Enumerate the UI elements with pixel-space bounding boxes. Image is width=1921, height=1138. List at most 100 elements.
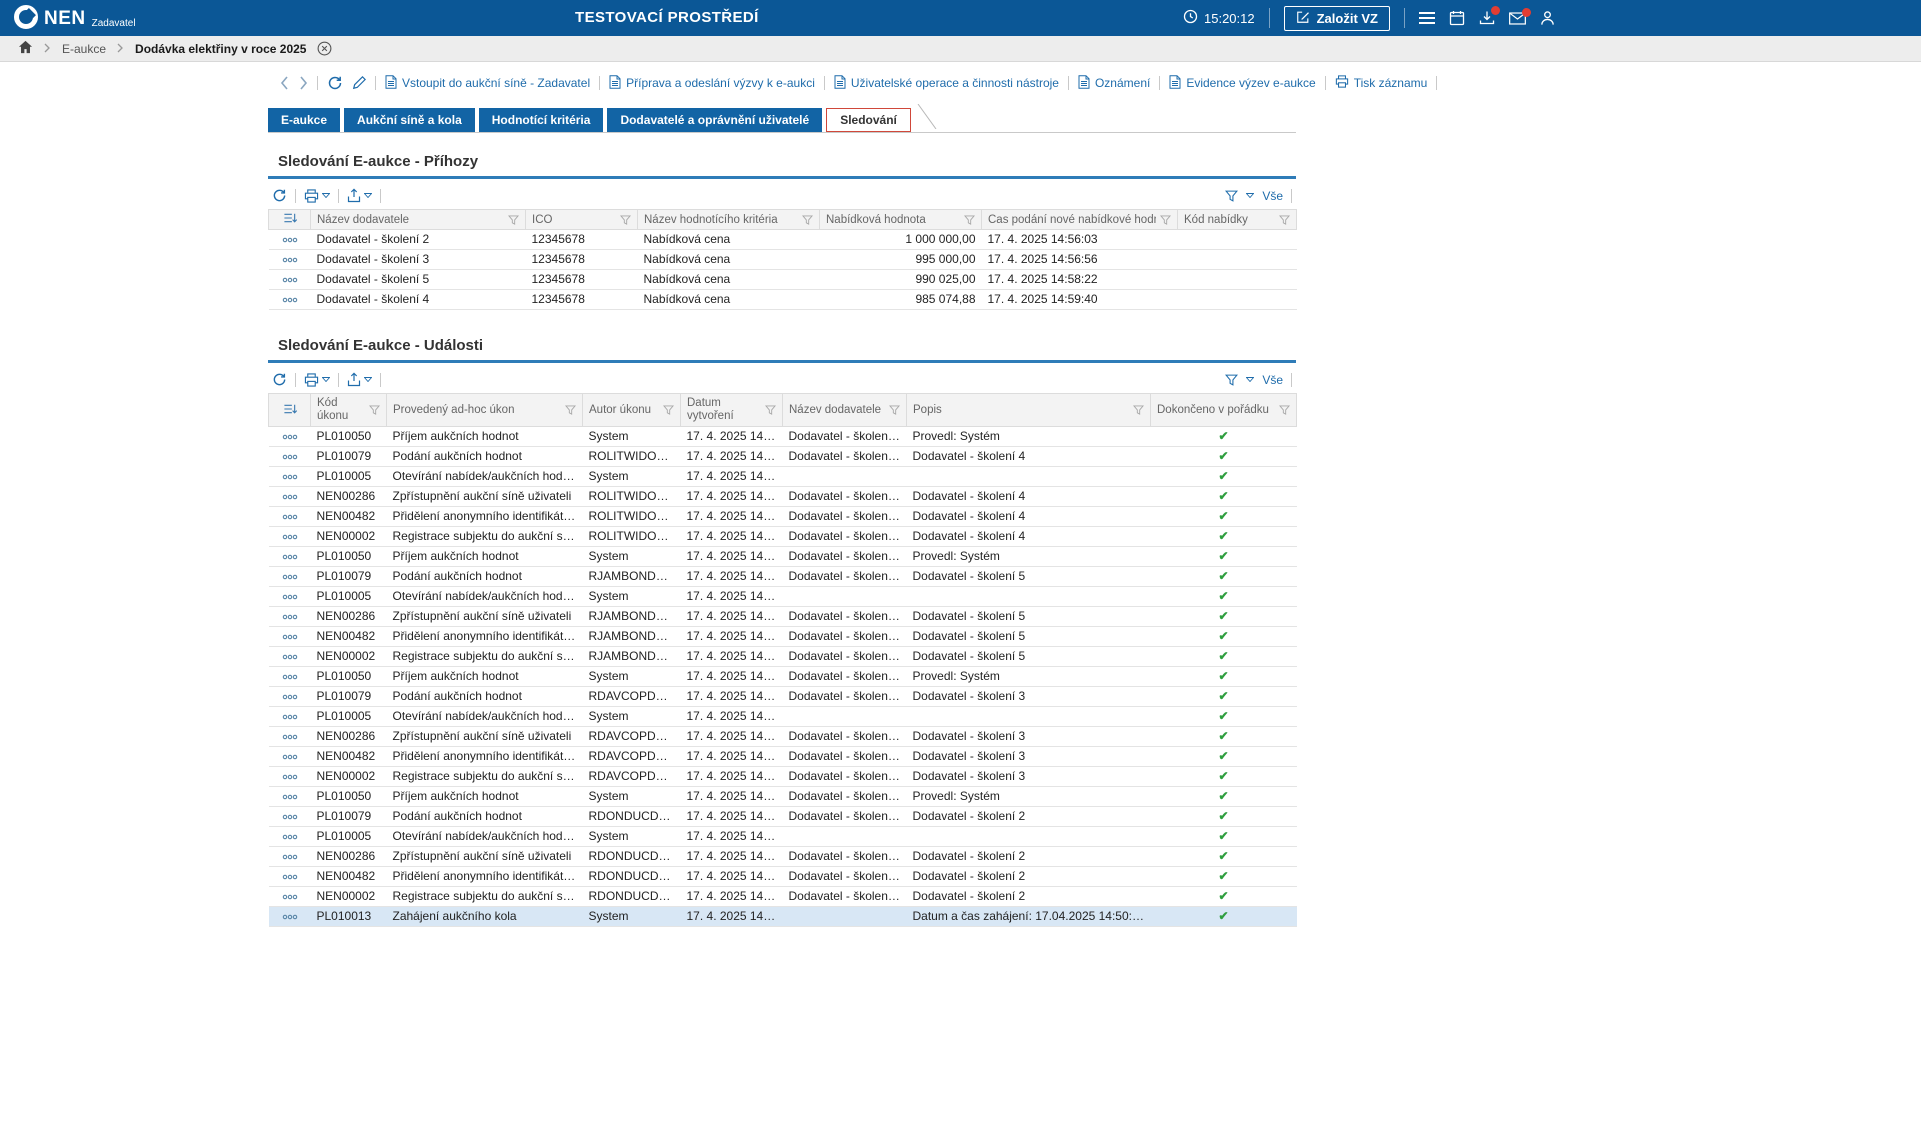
nav-previous-icon[interactable] [280, 76, 289, 90]
close-record-icon[interactable] [317, 41, 332, 56]
filter-funnel-icon[interactable] [1225, 190, 1238, 202]
event-row[interactable]: NEN00286Zpřístupnění aukční síně uživate… [269, 847, 1297, 867]
tab-e-aukce[interactable]: E-aukce [268, 108, 340, 132]
row-menu-icon[interactable] [282, 874, 298, 880]
event-row[interactable]: NEN00002Registrace subjektu do aukční sí… [269, 527, 1297, 547]
row-menu-icon[interactable] [282, 834, 298, 840]
column-filter-funnel-icon[interactable] [889, 405, 900, 415]
tab-sledovani[interactable]: Sledování [826, 108, 911, 132]
column-filter-funnel-icon[interactable] [802, 215, 813, 225]
row-menu-icon[interactable] [282, 694, 298, 700]
bid-row[interactable]: Dodavatel - školení 512345678Nabídková c… [269, 270, 1297, 290]
event-row[interactable]: PL010013Zahájení aukčního kolaSystem17. … [269, 907, 1297, 927]
column-filter-funnel-icon[interactable] [565, 405, 576, 415]
export-menu-button[interactable] [347, 188, 372, 203]
tab-aukcni-sine-a-kola[interactable]: Aukční síně a kola [344, 108, 475, 132]
event-row[interactable]: NEN00286Zpřístupnění aukční síně uživate… [269, 727, 1297, 747]
toolbar-link-evidence-vyzev[interactable]: Evidence výzev e-aukce [1169, 75, 1315, 92]
column-filter-funnel-icon[interactable] [1279, 215, 1290, 225]
column-filter-funnel-icon[interactable] [964, 215, 975, 225]
toolbar-link-uzivatelske-operace[interactable]: Uživatelské operace a činnosti nástroje [834, 75, 1059, 92]
column-filter-funnel-icon[interactable] [369, 405, 380, 415]
print-menu-button[interactable] [304, 373, 330, 387]
column-settings-icon[interactable] [283, 403, 297, 415]
print-menu-button[interactable] [304, 189, 330, 203]
event-row[interactable]: PL010079Podání aukčních hodnotRDONDUCDOD… [269, 807, 1297, 827]
toolbar-link-priprava-a-odeslani-vyzvy[interactable]: Příprava a odeslání výzvy k e-aukci [609, 75, 815, 92]
row-menu-icon[interactable] [282, 654, 298, 660]
toolbar-link-vstoupit-do-aukcni-sine[interactable]: Vstoupit do aukční síně - Zadavatel [385, 75, 590, 92]
column-filter-funnel-icon[interactable] [765, 405, 776, 415]
event-row[interactable]: NEN00482Přidělení anonymního identifikát… [269, 507, 1297, 527]
row-menu-icon[interactable] [282, 474, 298, 480]
bid-row[interactable]: Dodavatel - školení 412345678Nabídková c… [269, 290, 1297, 310]
row-menu-icon[interactable] [282, 774, 298, 780]
event-row[interactable]: PL010005Otevírání nabídek/aukčních hodno… [269, 587, 1297, 607]
event-row[interactable]: PL010079Podání aukčních hodnotRJAMBONDOD… [269, 567, 1297, 587]
row-menu-icon[interactable] [282, 534, 298, 540]
edit-pencil-icon[interactable] [352, 76, 366, 90]
row-menu-icon[interactable] [282, 594, 298, 600]
menu-icon[interactable] [1419, 12, 1435, 24]
row-menu-icon[interactable] [282, 614, 298, 620]
export-menu-button[interactable] [347, 372, 372, 387]
event-row[interactable]: NEN00482Přidělení anonymního identifikát… [269, 867, 1297, 887]
row-menu-icon[interactable] [282, 914, 298, 920]
caret-down-icon[interactable] [1246, 377, 1254, 382]
refresh-icon[interactable] [272, 372, 287, 387]
nav-next-icon[interactable] [299, 76, 308, 90]
event-row[interactable]: PL010005Otevírání nabídek/aukčních hodno… [269, 827, 1297, 847]
column-filter-funnel-icon[interactable] [663, 405, 674, 415]
row-menu-icon[interactable] [282, 237, 298, 243]
event-row[interactable]: PL010079Podání aukčních hodnotRDAVCOPDOD… [269, 687, 1297, 707]
event-row[interactable]: NEN00482Přidělení anonymního identifikát… [269, 627, 1297, 647]
column-filter-funnel-icon[interactable] [1279, 405, 1290, 415]
filter-funnel-icon[interactable] [1225, 374, 1238, 386]
event-row[interactable]: NEN00002Registrace subjektu do aukční sí… [269, 887, 1297, 907]
row-menu-icon[interactable] [282, 494, 298, 500]
bid-row[interactable]: Dodavatel - školení 212345678Nabídková c… [269, 230, 1297, 250]
row-menu-icon[interactable] [282, 674, 298, 680]
row-menu-icon[interactable] [282, 714, 298, 720]
toolbar-link-tisk-zaznamu[interactable]: Tisk záznamu [1335, 75, 1428, 91]
tab-hodnotici-kriteria[interactable]: Hodnotící kritéria [479, 108, 604, 132]
event-row[interactable]: NEN00002Registrace subjektu do aukční sí… [269, 647, 1297, 667]
toolbar-link-oznameni[interactable]: Oznámení [1078, 75, 1150, 92]
event-row[interactable]: PL010079Podání aukčních hodnotROLITWIDOD… [269, 447, 1297, 467]
row-menu-icon[interactable] [282, 814, 298, 820]
row-menu-icon[interactable] [282, 734, 298, 740]
event-row[interactable]: PL010005Otevírání nabídek/aukčních hodno… [269, 467, 1297, 487]
tab-dodavatele-a-opravneni-uzivatele[interactable]: Dodavatelé a oprávnění uživatelé [607, 108, 822, 132]
caret-down-icon[interactable] [1246, 193, 1254, 198]
messages-icon[interactable] [1509, 12, 1526, 25]
refresh-icon[interactable] [272, 188, 287, 203]
column-filter-funnel-icon[interactable] [1160, 215, 1171, 225]
row-menu-icon[interactable] [282, 574, 298, 580]
event-row[interactable]: NEN00482Přidělení anonymního identifikát… [269, 747, 1297, 767]
event-row[interactable]: PL010050Příjem aukčních hodnotSystem17. … [269, 427, 1297, 447]
home-icon[interactable] [18, 40, 33, 57]
show-all-link[interactable]: Vše [1262, 189, 1283, 203]
downloads-icon[interactable] [1479, 10, 1495, 26]
row-menu-icon[interactable] [282, 514, 298, 520]
event-row[interactable]: PL010005Otevírání nabídek/aukčních hodno… [269, 707, 1297, 727]
event-row[interactable]: PL010050Příjem aukčních hodnotSystem17. … [269, 667, 1297, 687]
event-row[interactable]: PL010050Příjem aukčních hodnotSystem17. … [269, 547, 1297, 567]
column-filter-funnel-icon[interactable] [620, 215, 631, 225]
event-row[interactable]: NEN00286Zpřístupnění aukční síně uživate… [269, 607, 1297, 627]
row-menu-icon[interactable] [282, 434, 298, 440]
row-menu-icon[interactable] [282, 554, 298, 560]
event-row[interactable]: NEN00286Zpřístupnění aukční síně uživate… [269, 487, 1297, 507]
column-filter-funnel-icon[interactable] [508, 215, 519, 225]
row-menu-icon[interactable] [282, 257, 298, 263]
event-row[interactable]: NEN00002Registrace subjektu do aukční sí… [269, 767, 1297, 787]
row-menu-icon[interactable] [282, 454, 298, 460]
row-menu-icon[interactable] [282, 634, 298, 640]
refresh-icon[interactable] [327, 75, 343, 91]
user-icon[interactable] [1540, 10, 1555, 26]
show-all-link[interactable]: Vše [1262, 373, 1283, 387]
row-menu-icon[interactable] [282, 754, 298, 760]
bid-row[interactable]: Dodavatel - školení 312345678Nabídková c… [269, 250, 1297, 270]
row-menu-icon[interactable] [282, 277, 298, 283]
column-filter-funnel-icon[interactable] [1133, 405, 1144, 415]
